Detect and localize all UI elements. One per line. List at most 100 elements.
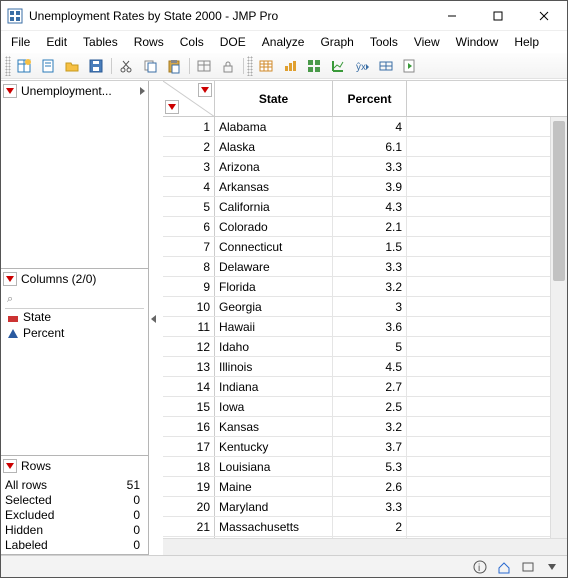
menu-window[interactable]: Window: [448, 33, 507, 51]
row-number[interactable]: 15: [163, 397, 215, 416]
cell-percent[interactable]: 3.9: [333, 177, 407, 196]
paste-icon[interactable]: [163, 55, 185, 77]
save-icon[interactable]: [85, 55, 107, 77]
cell-percent[interactable]: 2.6: [333, 477, 407, 496]
row-number[interactable]: 7: [163, 237, 215, 256]
cell-state[interactable]: Kentucky: [215, 437, 333, 456]
cell-percent[interactable]: 2.7: [333, 377, 407, 396]
maximize-button[interactable]: [475, 1, 521, 31]
menu-rows[interactable]: Rows: [126, 33, 172, 51]
distribution-icon[interactable]: [303, 55, 325, 77]
table-row[interactable]: 8Delaware3.3: [163, 257, 567, 277]
cell-state[interactable]: Indiana: [215, 377, 333, 396]
table-row[interactable]: 2Alaska6.1: [163, 137, 567, 157]
columns-search-input[interactable]: [5, 291, 144, 309]
menu-edit[interactable]: Edit: [38, 33, 75, 51]
cell-percent[interactable]: 5.3: [333, 457, 407, 476]
cell-state[interactable]: Idaho: [215, 337, 333, 356]
cell-state[interactable]: Delaware: [215, 257, 333, 276]
column-header-percent[interactable]: Percent: [333, 81, 407, 116]
row-number[interactable]: 17: [163, 437, 215, 456]
horizontal-scrollbar[interactable]: [163, 538, 567, 555]
window-list-icon[interactable]: [519, 559, 537, 575]
cell-state[interactable]: Alabama: [215, 117, 333, 136]
table-row[interactable]: 18Louisiana5.3: [163, 457, 567, 477]
cell-state[interactable]: Hawaii: [215, 317, 333, 336]
row-number[interactable]: 5: [163, 197, 215, 216]
status-menu-icon[interactable]: [543, 559, 561, 575]
cell-state[interactable]: Colorado: [215, 217, 333, 236]
table-row[interactable]: 17Kentucky3.7: [163, 437, 567, 457]
cell-percent[interactable]: 6.1: [333, 137, 407, 156]
open-icon[interactable]: [61, 55, 83, 77]
cell-percent[interactable]: 4.5: [333, 357, 407, 376]
home-icon[interactable]: [495, 559, 513, 575]
toolbar-grip[interactable]: [5, 56, 11, 76]
fit-y-icon[interactable]: [327, 55, 349, 77]
table-row[interactable]: 19Maine2.6: [163, 477, 567, 497]
columns-section-header[interactable]: Columns (2/0): [1, 269, 148, 289]
profiler-icon[interactable]: [375, 55, 397, 77]
section-expand-icon[interactable]: [138, 86, 146, 96]
column-header-state[interactable]: State: [215, 81, 333, 116]
chart-icon[interactable]: [279, 55, 301, 77]
row-number[interactable]: 22: [163, 537, 215, 538]
cell-state[interactable]: Maryland: [215, 497, 333, 516]
cell-state[interactable]: Arkansas: [215, 177, 333, 196]
menu-doe[interactable]: DOE: [212, 33, 254, 51]
copy-icon[interactable]: [139, 55, 161, 77]
row-number[interactable]: 1: [163, 117, 215, 136]
menu-view[interactable]: View: [406, 33, 448, 51]
table-row[interactable]: 3Arizona3.3: [163, 157, 567, 177]
table-row[interactable]: 21Massachusetts2: [163, 517, 567, 537]
table-disclosure-icon[interactable]: [3, 84, 17, 98]
grid-corner[interactable]: [163, 81, 215, 116]
menu-tables[interactable]: Tables: [75, 33, 126, 51]
row-number[interactable]: 6: [163, 217, 215, 236]
row-number[interactable]: 2: [163, 137, 215, 156]
toolbar-grip-2[interactable]: [247, 56, 253, 76]
info-icon[interactable]: i: [471, 559, 489, 575]
table-icon[interactable]: [193, 55, 215, 77]
minimize-button[interactable]: [429, 1, 475, 31]
cell-state[interactable]: Arizona: [215, 157, 333, 176]
table-row[interactable]: 15Iowa2.5: [163, 397, 567, 417]
column-item-state[interactable]: State: [5, 309, 144, 325]
table-row[interactable]: 13Illinois4.5: [163, 357, 567, 377]
table-row[interactable]: 1Alabama4: [163, 117, 567, 137]
table-row[interactable]: 16Kansas3.2: [163, 417, 567, 437]
table-row[interactable]: 14Indiana2.7: [163, 377, 567, 397]
table-row[interactable]: 5California4.3: [163, 197, 567, 217]
cell-percent[interactable]: 5: [333, 337, 407, 356]
close-button[interactable]: [521, 1, 567, 31]
table-row[interactable]: 20Maryland3.3: [163, 497, 567, 517]
cell-percent[interactable]: 4: [333, 117, 407, 136]
row-number[interactable]: 14: [163, 377, 215, 396]
column-item-percent[interactable]: Percent: [5, 325, 144, 341]
cell-percent[interactable]: 3.6: [333, 317, 407, 336]
lock-icon[interactable]: [217, 55, 239, 77]
cell-percent[interactable]: 3.3: [333, 157, 407, 176]
cell-state[interactable]: Florida: [215, 277, 333, 296]
cell-percent[interactable]: 3: [333, 297, 407, 316]
menu-analyze[interactable]: Analyze: [254, 33, 313, 51]
row-number[interactable]: 13: [163, 357, 215, 376]
menu-file[interactable]: File: [3, 33, 38, 51]
cell-percent[interactable]: 3.3: [333, 497, 407, 516]
cell-state[interactable]: Michigan: [215, 537, 333, 538]
row-number[interactable]: 8: [163, 257, 215, 276]
table-section-header[interactable]: Unemployment...: [1, 81, 148, 101]
row-number[interactable]: 3: [163, 157, 215, 176]
cell-state[interactable]: Kansas: [215, 417, 333, 436]
fit-model-icon[interactable]: ŷx: [351, 55, 373, 77]
cell-state[interactable]: Massachusetts: [215, 517, 333, 536]
row-number[interactable]: 9: [163, 277, 215, 296]
rows-disclosure-icon[interactable]: [3, 459, 17, 473]
cell-state[interactable]: Alaska: [215, 137, 333, 156]
menu-graph[interactable]: Graph: [312, 33, 361, 51]
rows-section-header[interactable]: Rows: [1, 456, 148, 476]
row-number[interactable]: 19: [163, 477, 215, 496]
table-row[interactable]: 6Colorado2.1: [163, 217, 567, 237]
cell-percent[interactable]: 3.4: [333, 537, 407, 538]
cell-percent[interactable]: 2.1: [333, 217, 407, 236]
